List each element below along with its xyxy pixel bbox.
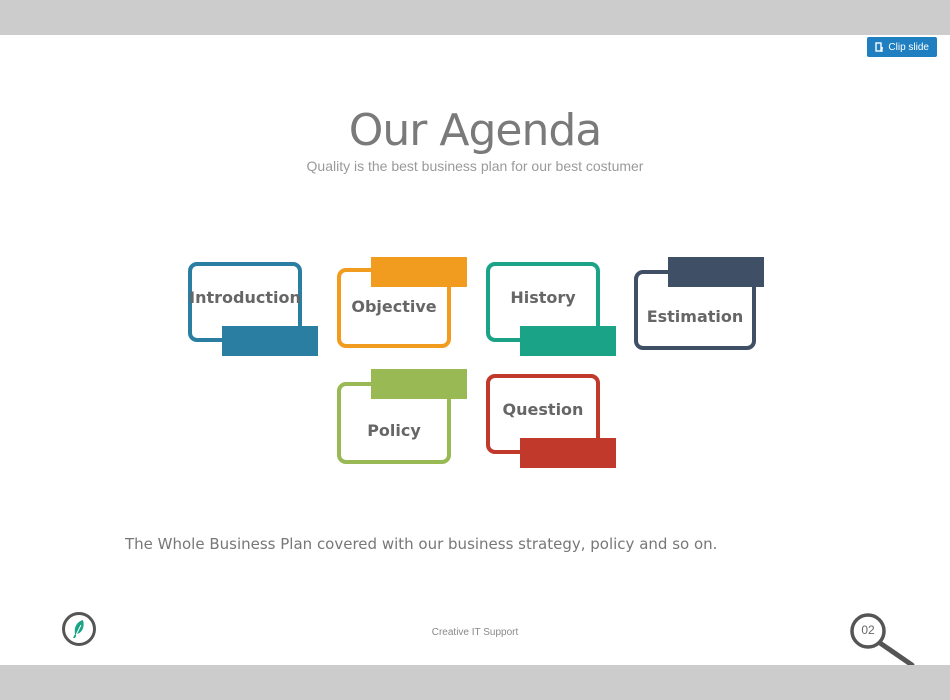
agenda-tab: [520, 438, 616, 468]
agenda-tab: [371, 369, 467, 399]
slide-body-text: The Whole Business Plan covered with our…: [125, 535, 718, 553]
agenda-card-policy: Policy: [337, 369, 467, 469]
slide-title: Our Agenda: [348, 105, 602, 156]
page-number: 02: [861, 623, 875, 637]
agenda-label: Introduction: [189, 288, 301, 307]
agenda-label: History: [510, 288, 576, 307]
magnifier-icon: [850, 613, 915, 665]
clip-slide-label: Clip slide: [888, 41, 929, 53]
agenda-card-introduction: Introduction: [188, 262, 318, 362]
agenda-label: Policy: [367, 421, 421, 440]
slide-footer: Creative IT Support: [431, 627, 519, 638]
agenda-card-history: History: [486, 262, 616, 362]
agenda-label: Objective: [351, 297, 437, 316]
agenda-tab: [371, 257, 467, 287]
agenda-label: Estimation: [646, 307, 744, 326]
clip-icon: [875, 41, 884, 53]
agenda-card-estimation: Estimation: [634, 257, 764, 357]
agenda-tab: [222, 326, 318, 356]
agenda-tab: [668, 257, 764, 287]
clip-slide-button[interactable]: Clip slide: [867, 37, 937, 57]
slide: Clip slide Our Agenda Quality is the bes…: [0, 35, 950, 665]
agenda-label: Question: [502, 400, 584, 419]
agenda-card-objective: Objective: [337, 257, 467, 357]
slide-subtitle: Quality is the best business plan for ou…: [306, 158, 644, 174]
agenda-tab: [520, 326, 616, 356]
agenda-card-question: Question: [486, 374, 616, 474]
